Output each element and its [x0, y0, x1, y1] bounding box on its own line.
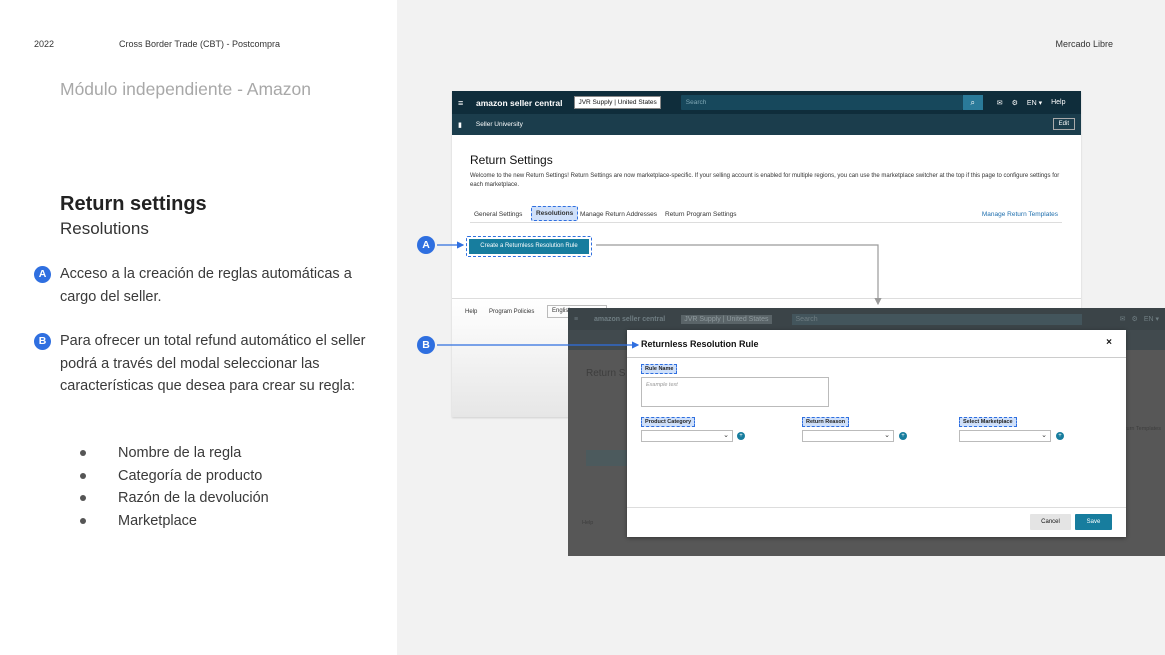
- dimmed-title: Return S: [586, 368, 626, 379]
- list-item: Marketplace: [80, 510, 269, 533]
- manage-return-templates-link[interactable]: Manage Return Templates: [982, 211, 1058, 218]
- list-item: Razón de la devolución: [80, 487, 269, 510]
- dimmed-search: Search: [791, 313, 1082, 325]
- list-item: Categoría de producto: [80, 465, 269, 488]
- footer-policies-link[interactable]: Program Policies: [489, 309, 534, 315]
- add-marketplace-icon[interactable]: +: [1056, 432, 1064, 440]
- tab-return-program-settings[interactable]: Return Program Settings: [665, 211, 737, 218]
- module-title: Módulo independiente - Amazon: [60, 79, 312, 99]
- dimmed-gear-icon: ⚙: [1131, 316, 1138, 323]
- badge-b: B: [34, 333, 51, 350]
- tab-resolutions[interactable]: Resolutions: [531, 206, 579, 221]
- badge-a: A: [34, 266, 51, 283]
- returnless-rule-modal: Returnless Resolution Rule × Rule Name E…: [627, 330, 1126, 537]
- store-switcher[interactable]: JVR Supply | United States: [574, 96, 661, 109]
- bullet-icon: [80, 472, 86, 479]
- dimmed-help: Help: [582, 520, 594, 526]
- dimmed-store: JVR Supply | United States: [681, 314, 772, 324]
- slide-right-panel: Mercado Libre ≡ amazon seller central JV…: [397, 0, 1165, 655]
- help-link[interactable]: Help: [1051, 99, 1065, 106]
- list-item-text: Categoría de producto: [118, 467, 263, 484]
- edit-button[interactable]: Edit: [1052, 118, 1075, 130]
- brand-label: Mercado Libre: [1055, 39, 1113, 49]
- amazon-logo[interactable]: amazon seller central: [476, 98, 562, 108]
- modal-divider: [627, 357, 1126, 358]
- marketplace-select[interactable]: ⌄: [959, 430, 1051, 442]
- callout-badge-b: B: [417, 336, 435, 354]
- return-reason-select[interactable]: ⌄: [802, 430, 894, 442]
- seller-central-topbar: ≡ amazon seller central JVR Supply | Uni…: [452, 91, 1081, 114]
- list-item: Nombre de la regla: [80, 442, 269, 465]
- course-label: Cross Border Trade (CBT) - Postcompra: [119, 39, 281, 49]
- dimmed-language: EN ▾: [1143, 316, 1159, 323]
- tab-manage-return-addresses[interactable]: Manage Return Addresses: [580, 211, 657, 218]
- footer-help-link[interactable]: Help: [465, 309, 477, 315]
- bookmark-icon[interactable]: ▮: [458, 121, 462, 129]
- page-title: Return Settings: [470, 153, 553, 167]
- gear-icon[interactable]: ⚙: [1012, 99, 1018, 107]
- dimmed-logo: amazon seller central: [594, 315, 666, 323]
- product-category-label: Product Category: [641, 417, 696, 427]
- close-icon[interactable]: ×: [1106, 337, 1112, 348]
- hamburger-menu-icon: ≡: [574, 315, 579, 323]
- search-input[interactable]: Search: [680, 95, 963, 110]
- bullet-icon: [80, 517, 86, 524]
- list-item-text: Razón de la devolución: [118, 490, 269, 506]
- point-b-text: Para ofrecer un total refund automático …: [60, 333, 366, 394]
- settings-tabs: General Settings Resolutions Manage Retu…: [470, 206, 1062, 223]
- bookmark-bar: ▮ Seller University Edit: [452, 114, 1081, 135]
- search-icon[interactable]: ⌕: [962, 95, 983, 110]
- page-description: Welcome to the new Return Settings! Retu…: [470, 173, 1060, 188]
- cancel-button[interactable]: Cancel: [1030, 514, 1071, 530]
- add-category-icon[interactable]: +: [737, 432, 745, 440]
- point-a-text: Acceso a la creación de reglas automátic…: [60, 266, 352, 305]
- highlight-a: Create a Returnless Resolution Rule: [466, 236, 592, 257]
- point-a: A Acceso a la creación de reglas automát…: [34, 263, 374, 308]
- tab-general-settings[interactable]: General Settings: [474, 211, 522, 218]
- section-subtitle: Resolutions: [60, 219, 149, 238]
- modal-footer-divider: [627, 507, 1126, 508]
- callout-badge-a: A: [417, 236, 435, 254]
- bullet-icon: [80, 450, 86, 456]
- criteria-list: Nombre de la regla Categoría de producto…: [80, 442, 269, 532]
- dimmed-topbar: ≡ amazon seller central JVR Supply | Uni…: [568, 308, 1165, 330]
- year-label: 2022: [34, 39, 55, 49]
- list-item-text: Nombre de la regla: [118, 445, 242, 461]
- dimmed-mail-icon: ✉: [1119, 316, 1126, 323]
- hamburger-menu-icon[interactable]: ≡: [458, 98, 476, 108]
- product-category-select[interactable]: ⌄: [641, 430, 733, 442]
- slide-left-panel: 2022 Cross Border Trade (CBT) - Postcomp…: [0, 0, 397, 655]
- rule-name-input[interactable]: Example text: [641, 377, 829, 407]
- list-item-text: Marketplace: [118, 512, 197, 529]
- add-reason-icon[interactable]: +: [899, 432, 907, 440]
- section-title: Return settings: [60, 193, 207, 215]
- language-selector[interactable]: EN ▾: [1027, 99, 1042, 107]
- mail-icon[interactable]: ✉: [997, 99, 1003, 107]
- bullet-icon: [80, 495, 86, 501]
- marketplace-label: Select Marketplace: [959, 417, 1017, 427]
- bookmark-seller-university[interactable]: Seller University: [476, 121, 523, 128]
- create-returnless-rule-button[interactable]: Create a Returnless Resolution Rule: [469, 239, 589, 254]
- modal-title: Returnless Resolution Rule: [641, 339, 759, 349]
- return-reason-label: Return Reason: [802, 417, 850, 427]
- point-b: B Para ofrecer un total refund automátic…: [34, 330, 374, 398]
- save-button[interactable]: Save: [1075, 514, 1112, 530]
- rule-name-label: Rule Name: [641, 364, 678, 374]
